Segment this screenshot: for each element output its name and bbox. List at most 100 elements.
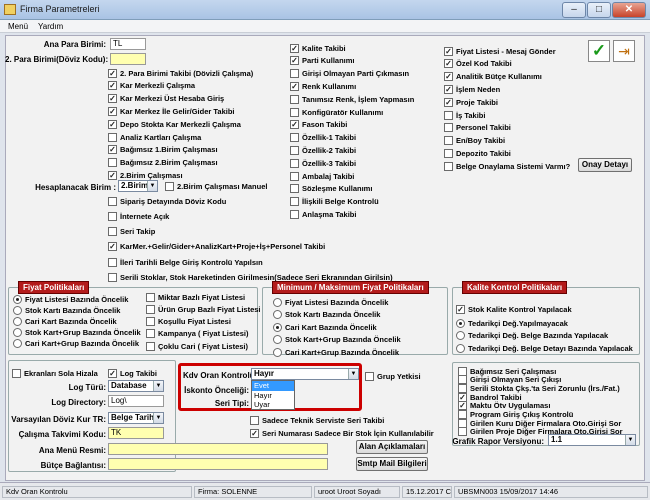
option-checkbox[interactable]: ✓ Analitik Bütçe Kullanımı (444, 72, 542, 82)
option-checkbox[interactable]: En/Boy Takibi (444, 136, 505, 146)
option-checkbox[interactable]: Belge Onaylama Sistemi Varmı? (444, 161, 570, 171)
option-checkbox[interactable]: Bağımsız 2.Birim Çalışması (108, 158, 218, 168)
option-checkbox[interactable]: ✓ Kar Merkez İle Gelir/Gider Takibi (108, 106, 235, 116)
varsayilan-select[interactable]: Belge Tarihi ▼ (108, 412, 164, 424)
checkbox-label: Anlaşma Takibi (302, 209, 357, 219)
checkbox-box (108, 227, 117, 237)
option-radio[interactable]: Cari Kart+Grup Bazında Öncelik (13, 339, 139, 349)
close-button[interactable]: ✕ (612, 2, 646, 18)
option-checkbox[interactable]: Ambalaj Takibi (290, 171, 354, 181)
kalite-check[interactable]: ✓ Stok Kalite Kontrol Yapılacak (456, 304, 572, 314)
option-checkbox[interactable]: ✓ 2.Birim Çalışması (108, 170, 183, 180)
option-checkbox[interactable]: ✓ Fason Takibi (290, 120, 347, 130)
ana-menu-input[interactable] (108, 443, 328, 455)
option-checkbox[interactable]: ✓ Renk Kullanımı (290, 81, 356, 91)
option-radio[interactable]: Stok Kart+Grup Bazında Öncelik (273, 335, 401, 345)
menu-item-help[interactable]: Yardım (38, 22, 63, 31)
smtp-button[interactable]: Smtp Mail Bilgileri (356, 457, 428, 471)
option-radio[interactable]: Cari Kart Bazında Öncelik (273, 322, 377, 332)
option-checkbox[interactable]: ✓ Fiyat Listesi - Mesaj Gönder (444, 46, 556, 56)
option-checkbox[interactable]: Sipariş Detayında Döviz Kodu (108, 196, 226, 206)
option-checkbox[interactable]: ✓ Özel Kod Takibi (444, 59, 512, 69)
option-checkbox[interactable]: Özellik-3 Takibi (290, 158, 356, 168)
option-checkbox[interactable]: ✓ Depo Stokta Kar Merkezli Çalışma (108, 119, 241, 129)
option-checkbox[interactable]: ✓ Parti Kullanımı (290, 56, 355, 66)
option-radio[interactable]: Stok Kartı Bazında Öncelik (273, 310, 380, 320)
onay-detay-button[interactable]: Onay Detayı (578, 158, 632, 172)
grafik-select[interactable]: 1.1 ▼ (548, 434, 636, 446)
option-checkbox[interactable]: Depozito Takibi (444, 148, 511, 158)
option-checkbox[interactable]: Koşullu Fiyat Listesi (146, 317, 231, 327)
option-radio[interactable]: Stok Kartı Bazında Öncelik (13, 305, 120, 315)
log-turu-select[interactable]: Database ▼ (108, 380, 164, 392)
option-radio[interactable]: Fiyat Listesi Bazında Öncelik (273, 297, 388, 307)
checkmark-icon[interactable]: ✓ (588, 40, 610, 62)
hesap-select[interactable]: 2.Birim ▼ (118, 180, 158, 192)
option-checkbox[interactable]: ✓ İşlem Neden (444, 84, 500, 94)
checkbox-box: ✓ (290, 56, 299, 66)
option-checkbox[interactable]: İş Takibi (444, 110, 485, 120)
checkbox-box: ✓ (108, 368, 117, 378)
menu-item-menu[interactable]: Menü (8, 22, 28, 31)
checkbox-label: Ekranları Sola Hizala (24, 368, 98, 378)
option-radio[interactable]: Fiyat Listesi Bazında Öncelik (13, 294, 128, 304)
birim2-manuel-checkbox[interactable]: 2.Birim Çalışması Manuel (165, 181, 267, 191)
ana-para-input[interactable]: TL (110, 38, 146, 50)
option-radio[interactable]: Cari Kart Bazında Öncelik (13, 316, 117, 326)
kdv-dropdown-list: Evet Hayır Uyar (251, 380, 295, 410)
kdv-select[interactable]: Hayır ▼ (251, 368, 359, 380)
option-radio[interactable]: Tedarikçi Değ. Belge Bazında Yapılacak (456, 331, 608, 341)
butce-input[interactable] (108, 458, 328, 470)
option-checkbox[interactable]: Tanımsız Renk, İşlem Yapmasın (290, 94, 414, 104)
checkbox-label: Bağımsız 1.Birim Çalışması (120, 145, 218, 155)
option-checkbox[interactable]: İleri Tarihli Belge Giriş Kontrolü Yapıl… (108, 257, 263, 267)
option-checkbox[interactable]: Girişi Olmayan Parti Çıkmasın (290, 69, 409, 79)
option-checkbox[interactable]: ✓ 2. Para Birimi Takibi (Dövizli Çalışma) (108, 68, 253, 78)
option-checkbox[interactable]: ✓ Kalite Takibi (290, 43, 346, 53)
option-checkbox[interactable]: ✓ Kar Merkezi Üst Hesaba Giriş (108, 94, 224, 104)
chevron-down-icon: ▼ (348, 369, 358, 379)
option-checkbox[interactable]: ✓ Bağımsız 1.Birim Çalışması (108, 145, 218, 155)
option-checkbox[interactable]: Özellik-1 Takibi (290, 133, 356, 143)
checkbox-label: 2. Para Birimi Takibi (Dövizli Çalışma) (120, 68, 254, 78)
option-checkbox[interactable]: Analiz Kartları Çalışma (108, 132, 201, 142)
option-radio[interactable]: Tedarikçi Değ.Yapılmayacak (456, 318, 568, 328)
sadece-teknik-checkbox[interactable]: Sadece Teknik Serviste Seri Takibi (250, 415, 384, 425)
option-checkbox[interactable]: Kampanya ( Fiyat Listesi) (146, 329, 248, 339)
log-turu-value: Database (111, 381, 147, 390)
radio-dot (13, 328, 22, 338)
ekran-sola-checkbox[interactable]: Ekranları Sola Hizala (12, 368, 98, 378)
option-checkbox[interactable]: Özellik-2 Takibi (290, 145, 356, 155)
exit-door-icon[interactable]: ⇥ (613, 40, 635, 62)
calisma-input[interactable]: TK (108, 427, 164, 439)
option-checkbox[interactable]: ✓ Proje Takibi (444, 97, 498, 107)
log-dir-input[interactable]: Log\ (108, 395, 164, 407)
option-checkbox[interactable]: Çoklu Cari ( Fiyat Listesi) (146, 341, 248, 351)
seri-tipi-label: Seri Tipi: (214, 399, 249, 408)
alan-aciklama-button[interactable]: Alan Açıklamaları (356, 440, 428, 454)
option-checkbox[interactable]: Anlaşma Takibi (290, 209, 356, 219)
radio-label: Fiyat Listesi Bazında Öncelik (285, 297, 389, 307)
option-checkbox[interactable]: Konfigüratör Kullanımı (290, 107, 383, 117)
option-checkbox[interactable]: Ürün Grup Bazlı Fiyat Listesi (146, 304, 261, 314)
option-checkbox[interactable]: ✓ KarMer.+Gelir/Gider+AnalizKart+Proje+İş… (108, 242, 325, 252)
log-takibi-checkbox[interactable]: ✓ Log Takibi (108, 368, 157, 378)
checkbox-label: Fiyat Listesi - Mesaj Gönder (456, 46, 556, 56)
maximize-button[interactable]: □ (587, 2, 611, 18)
seri-numarasi-checkbox[interactable]: ✓ Seri Numarası Sadece Bir Stok İçin Kull… (250, 428, 434, 438)
option-checkbox[interactable]: Seri Takip (108, 227, 155, 237)
option-checkbox[interactable]: ✓ Kar Merkezli Çalışma (108, 81, 195, 91)
option-checkbox[interactable]: İnternete Açık (108, 211, 169, 221)
para2-input[interactable] (110, 53, 146, 65)
option-radio[interactable]: Tedarikçi Değ. Belge Detayı Bazında Yapı… (456, 343, 633, 353)
option-checkbox[interactable]: İlişkili Belge Kontrolü (290, 197, 379, 207)
option-checkbox[interactable]: Personel Takibi (444, 123, 511, 133)
minimize-button[interactable]: – (562, 2, 586, 18)
option-checkbox[interactable]: Sözleşme Kullanımı (290, 184, 372, 194)
option-checkbox[interactable]: Miktar Bazlı Fiyat Listesi (146, 292, 245, 302)
dropdown-option[interactable]: Uyar (252, 400, 294, 410)
option-radio[interactable]: Stok Kart+Grup Bazında Öncelik (13, 328, 141, 338)
option-radio[interactable]: Cari Kart+Grup Bazında Öncelik (273, 347, 399, 357)
dropdown-option-selected[interactable]: Evet (252, 381, 294, 391)
grup-yetkisi-checkbox[interactable]: Grup Yetkisi (365, 371, 421, 381)
